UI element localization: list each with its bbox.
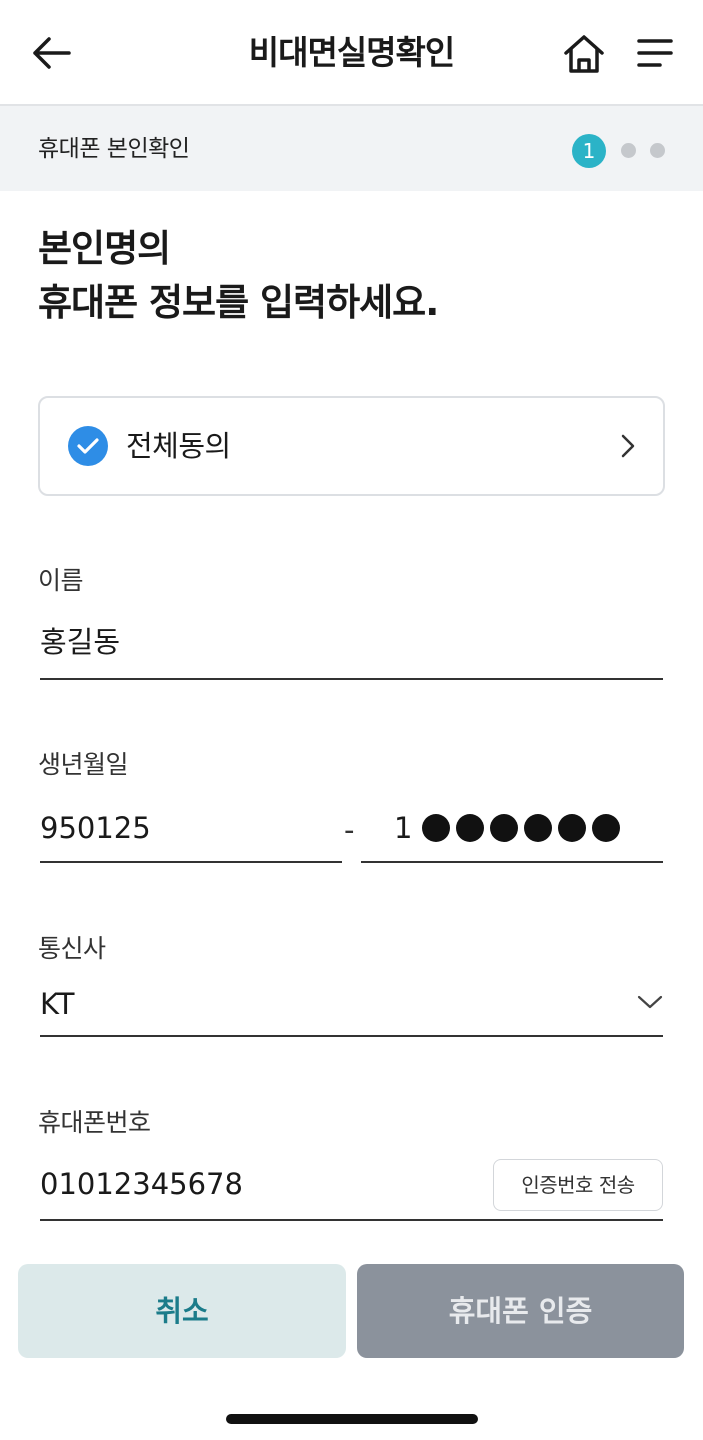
step-label: 휴대폰 본인확인 [38,136,190,162]
masked-digit [456,814,485,842]
masked-digit [422,814,451,842]
birth-date-input[interactable]: 950125 [40,808,151,848]
carrier-label: 통신사 [38,934,106,963]
form-heading: 본인명의 휴대폰 정보를 입력하세요. [38,222,439,330]
app-header: 비대면실명확인 [0,0,703,106]
agree-all-row[interactable]: 전체동의 [38,396,665,496]
cancel-button[interactable]: 취소 [18,1264,346,1358]
carrier-underline [40,1035,663,1037]
phone-underline [40,1219,663,1221]
name-underline [40,678,663,680]
rrn-separator: - [344,813,355,847]
rrn-back-underline [361,861,663,863]
gender-digit: 1 [394,811,413,845]
step-current-badge: 1 [572,134,606,168]
menu-button[interactable] [630,30,680,76]
chevron-right-icon [621,434,635,458]
home-icon [564,35,604,73]
step-dot-3 [650,143,665,158]
agree-detail-button[interactable] [613,430,643,462]
carrier-dropdown-toggle[interactable] [634,986,666,1018]
heading-line-2: 휴대폰 정보를 입력하세요. [38,281,439,324]
birth-date-underline [40,861,342,863]
birth-label: 생년월일 [38,750,129,779]
agree-all-checkbox[interactable] [68,426,108,466]
name-label: 이름 [38,566,84,595]
checkmark-icon [77,438,99,454]
step-dot-2 [621,143,636,158]
phone-input[interactable]: 01012345678 [40,1164,243,1204]
heading-line-1: 본인명의 [38,227,171,270]
home-button[interactable] [558,30,610,78]
send-code-button[interactable]: 인증번호 전송 [493,1159,663,1211]
home-indicator [226,1414,478,1424]
hamburger-menu-icon [637,39,673,67]
agree-all-label: 전체동의 [126,429,231,463]
phone-verify-button[interactable]: 휴대폰 인증 [357,1264,684,1358]
phone-label: 휴대폰번호 [38,1108,151,1137]
chevron-down-icon [637,995,663,1009]
step-indicator-bar: 휴대폰 본인확인 1 [0,106,703,191]
masked-digit [592,814,621,842]
rrn-back-input[interactable]: 1 [394,808,621,848]
masked-digit [490,814,519,842]
carrier-select[interactable]: KT [40,984,74,1024]
masked-digit [558,814,587,842]
masked-digit [524,814,553,842]
name-input[interactable]: 홍길동 [40,622,120,662]
